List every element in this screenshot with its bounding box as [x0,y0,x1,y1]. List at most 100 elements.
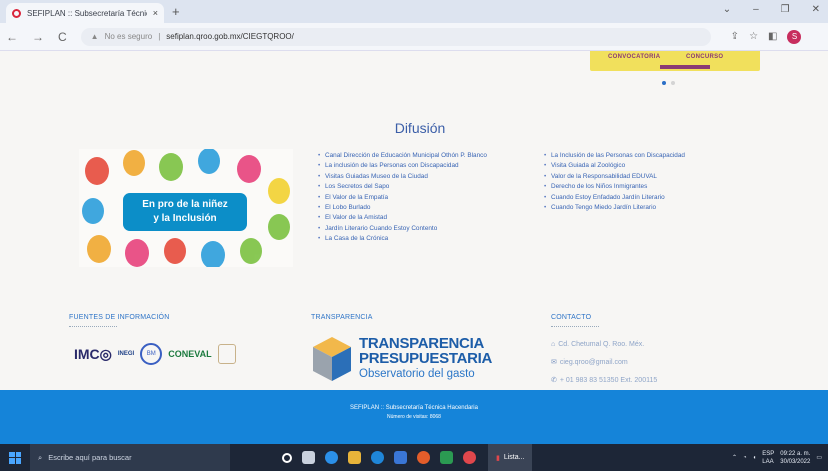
difusion-link[interactable]: Jardín Literario Cuando Estoy Contento [318,224,487,235]
coneval-logo[interactable]: CONEVAL [168,349,211,359]
reload-button[interactable]: C [58,30,67,44]
transparencia-presupuestaria-logo[interactable]: TRANSPARENCIA PRESUPUESTARIA Observatori… [311,333,493,393]
fuentes-logos: IMC◎ INEGI BM CONEVAL [74,343,236,365]
contact-phone: + 01 983 83 51350 Ext. 200115 [559,377,658,384]
carousel-dot-active[interactable] [662,81,666,85]
heading-underline [551,326,599,327]
home-icon: ⌂ [551,341,556,348]
security-label: No es seguro [104,32,153,41]
banner-label-convocatoria: CONVOCATORIA [608,54,661,60]
tray-chevron-icon[interactable]: ⌃ [732,454,737,461]
clock-date: 30/03/2022 [780,458,811,465]
bookmark-star-icon[interactable]: ☆ [749,31,758,42]
taskbar-search[interactable]: ⌕ Escribe aquí para buscar [30,444,230,471]
volume-icon[interactable]: ◖ [753,455,757,461]
difusion-link[interactable]: Cuando Tengo Miedo Jardín Literario [544,203,685,214]
address-bar[interactable]: ▲ No es seguro | sefiplan.qroo.gob.mx/CI… [80,27,711,46]
chrome-icon[interactable] [371,451,384,464]
edge-icon[interactable] [325,451,338,464]
start-button[interactable] [0,444,30,471]
screenshot-frame: SEFIPLAN :: Subsecretaría Técnic... × + … [0,0,828,471]
windows-taskbar: ⌕ Escribe aquí para buscar ▮ Lista... ⌃ … [0,444,828,471]
profile-avatar[interactable]: S [787,29,802,44]
tab-search-icon[interactable]: ⌄ [723,4,731,15]
carousel-dot[interactable] [671,81,675,85]
convocatoria-banner[interactable]: CONVOCATORIA CONCURSO [590,51,760,71]
language-indicator[interactable]: ESP LAA [762,450,774,466]
maximize-button[interactable]: ❐ [781,4,790,15]
globe-logo-icon[interactable]: BM [140,343,163,365]
difusion-link[interactable]: El Valor de la Amistad [318,213,487,224]
mail-icon: ✉ [551,359,557,366]
difusion-link[interactable]: La Casa de la Crónica [318,234,487,245]
forward-button[interactable]: → [32,30,44,44]
image-caption: En pro de la niñez y la Inclusión [123,193,247,231]
back-button[interactable]: ← [6,30,18,44]
side-panel-icon[interactable]: ◧ [768,31,777,42]
taskbar-app-lista[interactable]: ▮ Lista... [488,444,533,471]
new-tab-button[interactable]: + [172,4,180,19]
tab-title: SEFIPLAN :: Subsecretaría Técnic... [27,8,147,18]
image-caption-line2: y la Inclusión [153,213,217,224]
firefox-icon[interactable] [417,451,430,464]
close-window-button[interactable]: ✕ [812,4,820,15]
seal-logo-icon[interactable] [217,344,236,364]
app-icon: ▮ [496,454,500,462]
difusion-link[interactable]: La Inclusión de las Personas con Discapa… [544,151,685,162]
url-text: sefiplan.qroo.gob.mx/CIEGTQROO/ [166,32,294,41]
windows-logo-icon [9,451,21,464]
window-controls: ⌄ – ❐ ✕ [723,4,820,15]
opera-icon[interactable] [463,451,476,464]
transp-line2: PRESUPUESTARIA [359,350,493,367]
excel-icon[interactable] [440,451,453,464]
image-caption-line1: En pro de la niñez [142,199,228,210]
browser-toolbar: ← → C ▲ No es seguro | sefiplan.qroo.gob… [0,23,828,51]
browser-tab[interactable]: SEFIPLAN :: Subsecretaría Técnic... × [6,3,164,23]
imco-logo[interactable]: IMC◎ [74,346,112,363]
clock-time: 09:22 a. m. [780,450,811,457]
footer-bar: SEFIPLAN :: Subsecretaría Técnica Hacend… [0,390,828,444]
ninez-inclusion-image[interactable]: En pro de la niñez y la Inclusión [79,149,293,267]
difusion-link[interactable]: Derecho de los Niños Inmigrantes [544,182,685,193]
difusion-link[interactable]: Visita Guiada al Zoológico [544,161,685,172]
contacto-title: CONTACTO [551,314,592,321]
difusion-link[interactable]: Valor de la Responsabilidad EDUVAL [544,172,685,183]
difusion-links-column-1: Canal Dirección de Educación Municipal O… [318,151,487,245]
transp-line3: Observatorio del gasto [359,368,475,380]
difusion-link[interactable]: Cuando Estoy Enfadado Jardín Literario [544,193,685,204]
phone-icon: ✆ [551,377,557,384]
difusion-link[interactable]: Visitas Guiadas Museo de la Ciudad [318,172,487,183]
share-icon[interactable]: ⇪ [731,31,739,42]
browser-actions: ⇪ ☆ ◧ S [731,29,802,44]
lang-line1: ESP [762,450,775,457]
cortana-icon[interactable] [282,452,292,463]
contact-phone-row: ✆ + 01 983 83 51350 Ext. 200115 [551,372,657,390]
word-icon[interactable] [394,451,407,464]
wifi-icon[interactable]: ◔ [743,455,747,461]
fuentes-title: FUENTES DE INFORMACIÓN [69,314,170,321]
contact-email[interactable]: cieg.qroo@gmail.com [560,359,628,366]
taskbar-clock[interactable]: 09:22 a. m. 30/03/2022 [780,450,810,466]
difusion-links-column-2: La Inclusión de las Personas con Discapa… [544,151,685,214]
banner-bar [660,65,710,69]
difusion-link[interactable]: Los Secretos del Sapo [318,182,487,193]
file-explorer-icon[interactable] [348,451,361,464]
difusion-link[interactable]: La inclusión de las Personas con Discapa… [318,161,487,172]
difusion-link[interactable]: El Lobo Burlado [318,203,487,214]
cube-logo-icon [313,337,351,381]
site-favicon-icon [12,8,21,18]
nav-buttons: ← → C [0,30,67,44]
footer-bar-title: SEFIPLAN :: Subsecretaría Técnica Hacend… [350,405,478,411]
task-view-icon[interactable] [302,451,315,464]
difusion-link[interactable]: Canal Dirección de Educación Municipal O… [318,151,487,162]
lang-line2: LAA [762,458,774,465]
transp-line1: TRANSPARENCIA [359,335,484,352]
taskbar-app-label: Lista... [503,454,525,461]
tab-close-icon[interactable]: × [153,8,158,18]
carousel-dots [662,81,675,85]
difusion-link[interactable]: El Valor de la Empatía [318,193,487,204]
inegi-logo[interactable]: INEGI [118,351,134,357]
notifications-icon[interactable]: ▭ [816,454,822,461]
contact-address: Cd. Chetumal Q. Roo. Méx. [558,341,645,348]
minimize-button[interactable]: – [753,4,759,15]
